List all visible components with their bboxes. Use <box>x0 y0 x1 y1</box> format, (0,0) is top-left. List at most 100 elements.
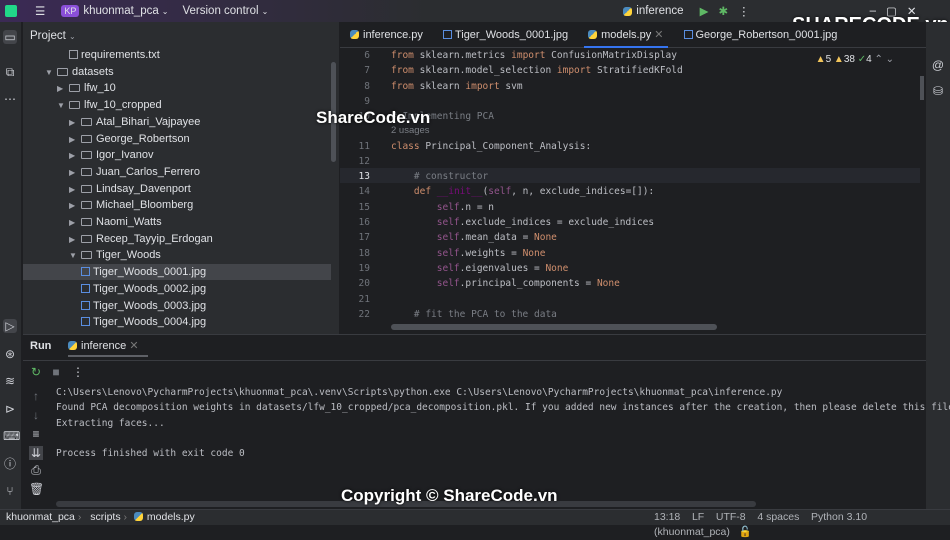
tree-item[interactable]: ▶ Juan_Carlos_Ferrero <box>23 164 331 180</box>
editor-tab[interactable]: inference.py <box>340 22 433 47</box>
chevron-down-icon[interactable]: ▼ <box>45 65 57 81</box>
tree-item[interactable]: ▶ Atal_Bihari_Vajpayee <box>23 114 331 130</box>
code-area[interactable]: 6 from sklearn.metrics import ConfusionMa… <box>340 48 926 334</box>
chevron-right-icon[interactable]: ▶ <box>69 182 81 198</box>
chevron-right-icon[interactable]: ▶ <box>57 81 69 97</box>
tree-item[interactable]: ▶ lfw_10 <box>23 80 331 96</box>
breadcrumb-item[interactable]: khuonmat_pca <box>6 511 75 523</box>
line-number: 9 <box>364 95 370 107</box>
editor-vscrollbar[interactable] <box>920 76 924 100</box>
tree-item-label: lfw_10_cropped <box>84 99 162 112</box>
line-number: 19 <box>358 262 370 274</box>
more-icon[interactable]: ⋮ <box>71 365 85 379</box>
terminal-icon[interactable]: ⌨ <box>3 429 20 443</box>
tree-item[interactable]: ▼ Tiger_Woods <box>23 247 331 263</box>
folder-icon[interactable]: ▭ <box>3 30 17 44</box>
tree-item[interactable]: ▼ datasets <box>23 64 331 80</box>
python-console-icon[interactable]: ⊛ <box>3 347 17 361</box>
text-file-icon <box>69 50 78 59</box>
trash-icon[interactable]: 🗑 <box>29 482 44 496</box>
down-icon[interactable]: ↓ <box>29 408 43 422</box>
tree-item[interactable]: ▼ lfw_10_cropped <box>23 97 331 113</box>
print-icon[interactable]: ⎙ <box>29 463 43 477</box>
run-tab-inference[interactable]: inference ✕ <box>68 335 148 357</box>
console-line: Extracting faces... <box>56 417 165 429</box>
project-panel: Project ⌄ requirements.txt ▼ datasets ▶ lfw_… <box>23 22 339 334</box>
editor-tab[interactable]: George_Robertson_0001.jpg <box>674 22 848 47</box>
scroll-end-icon[interactable]: ⇊ <box>29 446 43 460</box>
tree-item-label: Tiger_Woods_0002.jpg <box>93 282 207 295</box>
code-line: self.n = n <box>436 201 494 213</box>
tree-item-label: Atal_Bihari_Vajpayee <box>96 115 201 128</box>
line-separator[interactable]: LF <box>692 511 704 523</box>
more-icon[interactable]: ⋯ <box>3 92 17 106</box>
chevron-right-icon[interactable]: ▶ <box>69 215 81 231</box>
lock-icon[interactable]: 🔓 <box>739 526 752 538</box>
tree-item[interactable]: Tiger_Woods_0003.jpg <box>23 298 331 314</box>
breadcrumb-item[interactable]: scripts <box>90 511 120 523</box>
editor-hscrollbar[interactable] <box>391 324 717 330</box>
code-line: from sklearn.metrics import ConfusionMat… <box>391 50 678 61</box>
tree-item[interactable]: ▶ George_Robertson <box>23 131 331 147</box>
ok-count: 4 <box>866 54 872 65</box>
tree-item[interactable]: ▶ Recep_Tayyip_Erdogan <box>23 231 331 247</box>
stop-icon[interactable]: ■ <box>49 365 63 379</box>
breadcrumb-item[interactable]: models.py <box>147 511 195 523</box>
caret-position[interactable]: 13:18 <box>654 511 680 523</box>
editor-tab[interactable]: models.py ✕ <box>578 22 673 48</box>
line-number: 15 <box>358 201 370 213</box>
tree-item[interactable]: Tiger_Woods_0001.jpg <box>23 264 331 281</box>
rerun-icon[interactable]: ↻ <box>29 365 43 379</box>
problems-icon[interactable]: ⓘ <box>3 457 17 471</box>
chevron-right-icon[interactable]: ▶ <box>69 232 81 248</box>
folder-icon <box>57 67 68 76</box>
database-icon[interactable]: ⛁ <box>931 84 945 98</box>
close-tab-icon[interactable]: ✕ <box>654 29 663 41</box>
folder-icon <box>81 117 92 126</box>
line-number: 20 <box>358 278 370 290</box>
image-file-icon <box>81 300 90 310</box>
watermark-copyright: Copyright © ShareCode.vn <box>341 486 558 505</box>
main-menu-icon[interactable]: ☰ <box>35 4 45 18</box>
editor-tab[interactable]: Tiger_Woods_0001.jpg <box>433 22 578 47</box>
file-encoding[interactable]: UTF-8 <box>716 511 746 523</box>
chevron-right-icon[interactable]: ▶ <box>69 165 81 181</box>
vcs-selector[interactable]: Version control <box>182 5 258 17</box>
tree-item-label: Lindsay_Davenport <box>96 182 191 195</box>
tree-item-label: Igor_Ivanov <box>96 149 154 162</box>
project-selector[interactable]: khuonmat_pca <box>83 5 158 17</box>
wrap-icon[interactable]: ≡ <box>29 427 43 441</box>
git-icon[interactable]: ⑂ <box>3 484 17 498</box>
chevron-down-icon[interactable]: ▼ <box>57 98 69 114</box>
tree-item[interactable]: ▶ Igor_Ivanov <box>23 147 331 163</box>
structure-icon[interactable]: ⧉ <box>3 65 17 79</box>
tree-item[interactable]: ▶ Michael_Bloomberg <box>23 197 331 213</box>
chevron-down-icon[interactable]: ▼ <box>69 248 81 264</box>
up-icon[interactable]: ↑ <box>29 389 43 403</box>
chevron-right-icon[interactable]: ▶ <box>69 132 81 148</box>
tree-item[interactable]: Tiger_Woods_0002.jpg <box>23 281 331 297</box>
indent-setting[interactable]: 4 spaces <box>757 511 799 523</box>
run-config-selector[interactable]: inference <box>636 5 683 17</box>
tree-item[interactable]: Tiger_Woods_0004.jpg <box>23 314 331 330</box>
chevron-right-icon[interactable]: ▶ <box>69 198 81 214</box>
line-number: 8 <box>364 80 370 92</box>
line-number: 18 <box>358 247 370 259</box>
code-editor[interactable]: inference.py Tiger_Woods_0001.jpg models.p… <box>316 22 926 334</box>
tree-item[interactable]: ▶ Lindsay_Davenport <box>23 181 331 197</box>
layers-icon[interactable]: ≋ <box>3 374 17 388</box>
services-icon[interactable]: ⊳ <box>3 402 17 416</box>
project-panel-title[interactable]: Project <box>30 30 66 42</box>
chevron-right-icon[interactable]: ▶ <box>69 115 81 131</box>
debug-icon[interactable]: ✱ <box>718 4 728 18</box>
ai-assistant-icon[interactable]: @ <box>931 58 945 72</box>
run-icon[interactable]: ▶ <box>700 4 709 18</box>
watermark-text: ShareCode.vn <box>316 108 431 127</box>
more-icon[interactable]: ⋮ <box>738 4 750 18</box>
chevron-right-icon[interactable]: ▶ <box>69 148 81 164</box>
tree-item[interactable]: ▶ Naomi_Watts <box>23 214 331 230</box>
run-tool-icon[interactable]: ▷ <box>3 319 17 333</box>
inspection-widget[interactable]: ▲5 ▲38 ✓4 ⌃ ⌄ <box>816 54 894 65</box>
close-tab-icon[interactable]: ✕ <box>129 340 138 352</box>
tree-item[interactable]: requirements.txt <box>23 47 331 63</box>
